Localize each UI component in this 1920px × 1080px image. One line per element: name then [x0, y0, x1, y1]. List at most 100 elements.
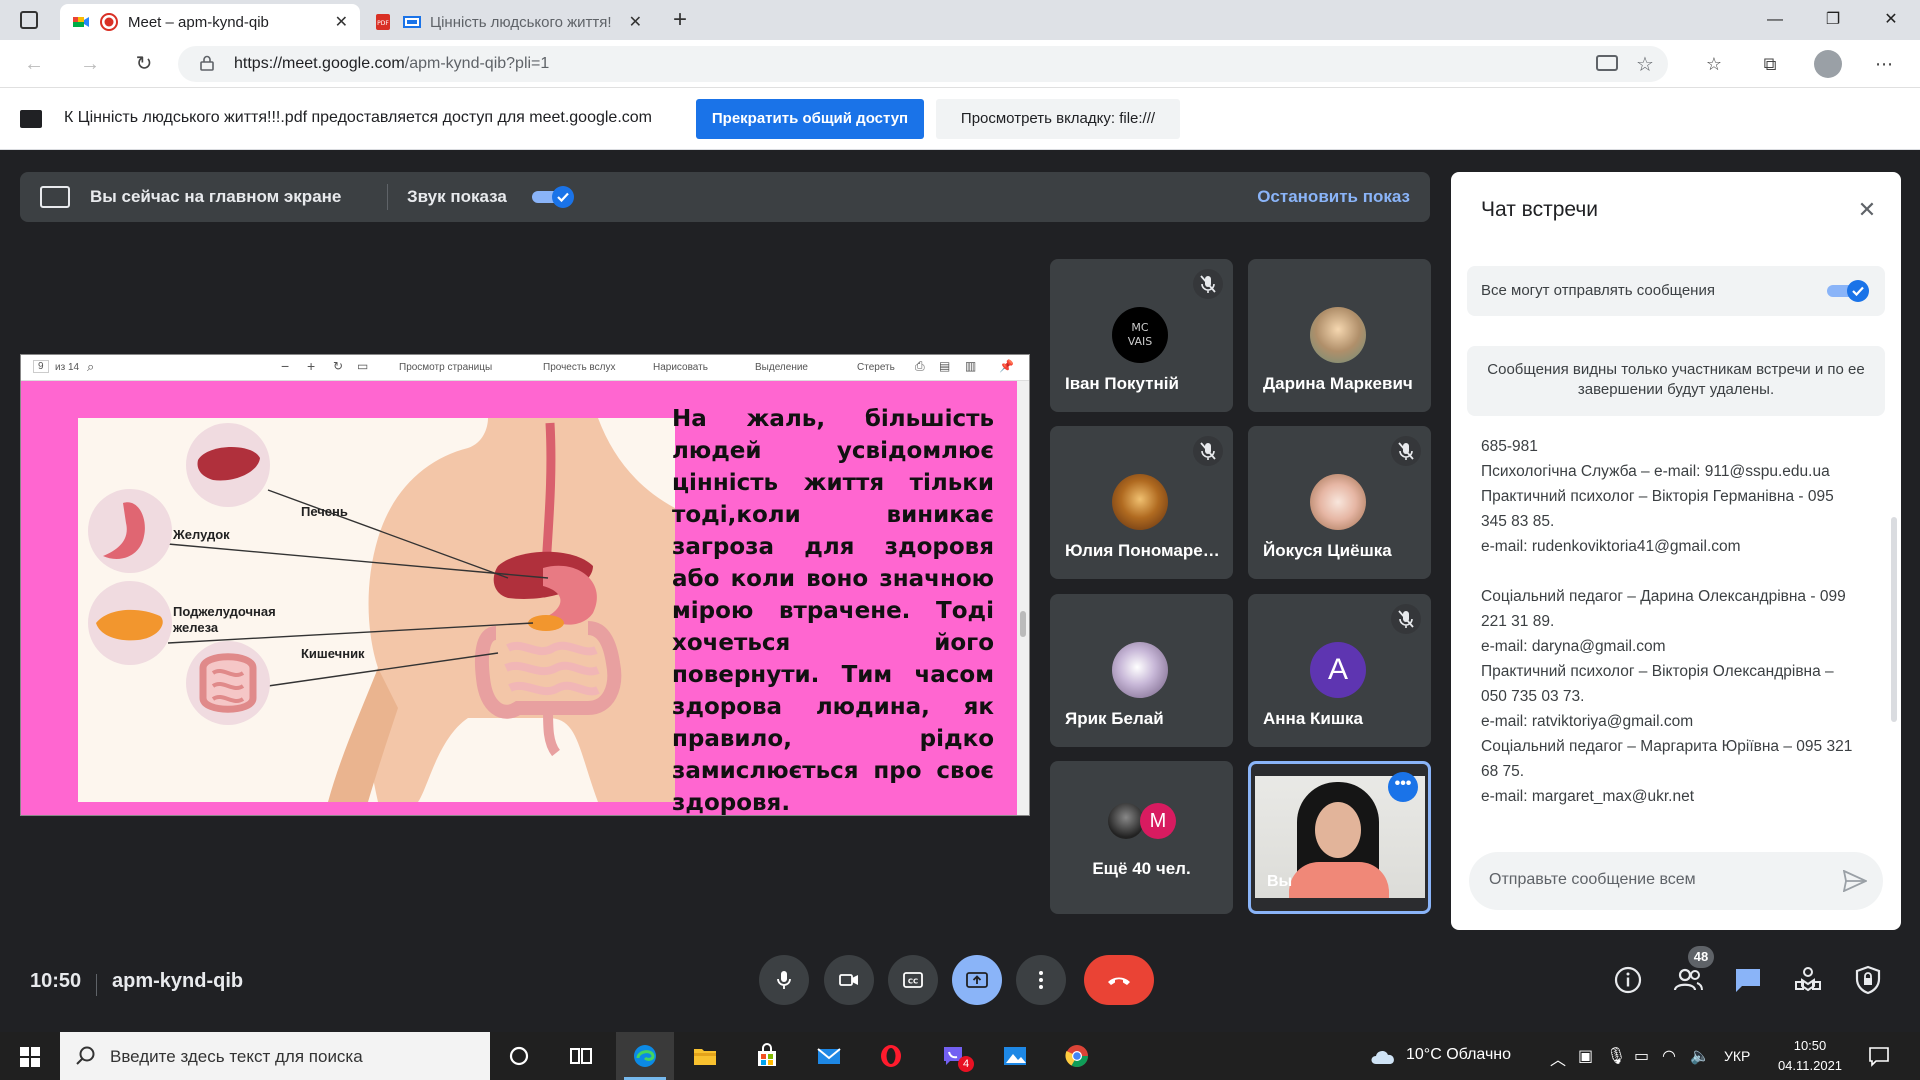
avatar: MC VAIS — [1112, 307, 1168, 363]
self-video-tile[interactable]: ••• Вы — [1248, 761, 1431, 914]
chat-input[interactable]: Отправьте сообщение всем — [1469, 852, 1883, 910]
view-tab-button[interactable]: Просмотреть вкладку: file:/// — [936, 99, 1180, 139]
weather-cloud-icon[interactable] — [1368, 1046, 1398, 1066]
participant-tile[interactable]: Юлия Пономаренко — [1050, 426, 1233, 579]
save-icon[interactable]: ▤ — [939, 359, 950, 373]
page-view-button[interactable]: Просмотр страницы — [399, 362, 492, 373]
back-button[interactable]: ← — [20, 50, 48, 78]
more-options-icon[interactable]: ••• — [1388, 772, 1418, 802]
battery-icon[interactable]: ▭ — [1634, 1046, 1649, 1066]
tab-pdf[interactable]: PDF Цінність людського життя! ✕ — [362, 4, 654, 40]
host-controls-icon[interactable] — [1852, 964, 1884, 996]
taskbar-clock[interactable]: 10:50 04.11.2021 — [1770, 1036, 1850, 1076]
cortana-icon[interactable] — [490, 1032, 548, 1080]
tray-chevron-icon[interactable]: ︿ — [1550, 1046, 1566, 1070]
volume-icon[interactable]: 🔈 — [1690, 1046, 1710, 1066]
zoom-out-icon[interactable]: − — [281, 358, 289, 374]
weather-text[interactable]: 10°C Облачно — [1406, 1046, 1511, 1064]
chat-icon[interactable] — [1732, 964, 1764, 996]
print-icon[interactable]: ⎙ — [915, 359, 925, 374]
notifications-icon[interactable] — [1868, 1045, 1890, 1067]
store-icon[interactable] — [738, 1032, 796, 1080]
microphone-button[interactable] — [759, 955, 809, 1005]
minimize-button[interactable]: ― — [1752, 6, 1798, 34]
read-aloud-button[interactable]: Прочесть вслух — [543, 362, 615, 373]
chat-messages: 685-981 Психологічна Служба – e-mail: 91… — [1481, 434, 1861, 809]
meeting-details-icon[interactable] — [1612, 964, 1644, 996]
close-tab-icon[interactable]: ✕ — [629, 12, 642, 32]
reload-button[interactable]: ↻ — [130, 50, 158, 78]
more-participants-tile[interactable]: M Ещё 40 чел. — [1050, 761, 1233, 914]
mic-off-icon — [1391, 604, 1421, 634]
allow-messages-toggle[interactable] — [1825, 280, 1871, 302]
tab-actions-icon[interactable] — [20, 11, 38, 29]
forward-button[interactable]: → — [76, 50, 104, 78]
leave-call-button[interactable] — [1084, 955, 1154, 1005]
maximize-button[interactable]: ❐ — [1810, 6, 1856, 34]
close-tab-icon[interactable]: ✕ — [335, 12, 348, 32]
photos-icon[interactable] — [986, 1032, 1044, 1080]
task-view-icon[interactable] — [552, 1032, 610, 1080]
wifi-icon[interactable]: ◠ — [1662, 1046, 1676, 1066]
present-now-button[interactable] — [952, 955, 1002, 1005]
address-bar[interactable]: https://meet.google.com/apm-kynd-qib?pli… — [178, 46, 1668, 82]
pin-icon[interactable]: 📌 — [999, 359, 1014, 373]
collections-icon[interactable]: ⧉ — [1758, 52, 1782, 76]
erase-button[interactable]: Стереть — [857, 362, 895, 373]
favorites-icon[interactable]: ☆ — [1702, 52, 1726, 76]
page-number-input[interactable]: 9 — [33, 360, 49, 373]
tray-mic-icon[interactable]: 🎙 — [1606, 1046, 1626, 1066]
sharing-icon — [20, 110, 42, 128]
keyboard-language[interactable]: УКР — [1724, 1048, 1750, 1064]
participant-tile[interactable]: A Анна Кишка — [1248, 594, 1431, 747]
avatar: M — [1140, 803, 1176, 839]
participant-tile[interactable]: Дарина Маркевич — [1248, 259, 1431, 412]
rotate-icon[interactable]: ↻ — [333, 359, 343, 373]
camera-button[interactable] — [824, 955, 874, 1005]
draw-button[interactable]: Нарисовать — [653, 362, 708, 373]
opera-icon[interactable] — [862, 1032, 920, 1080]
participant-name: Дарина Маркевич — [1263, 374, 1413, 393]
zoom-in-icon[interactable]: + — [307, 358, 315, 374]
send-icon[interactable] — [1843, 870, 1867, 892]
close-chat-button[interactable]: ✕ — [1851, 194, 1883, 226]
pdf-scrollbar[interactable] — [1017, 381, 1029, 815]
people-icon[interactable] — [1672, 964, 1704, 996]
new-tab-button[interactable]: + — [664, 4, 696, 36]
bookmark-star-icon[interactable]: ☆ — [1636, 52, 1654, 77]
stop-sharing-button[interactable]: Прекратить общий доступ — [696, 99, 924, 139]
edge-app-icon[interactable] — [616, 1032, 674, 1080]
participant-name: Ярик Белай — [1065, 709, 1164, 728]
taskbar-search[interactable]: Введите здесь текст для поиска — [60, 1032, 490, 1080]
participant-tile[interactable]: MC VAIS Іван Покутній — [1050, 259, 1233, 412]
participant-tile[interactable]: Йокуся Циёшка — [1248, 426, 1431, 579]
tray-camera-icon[interactable]: ▣ — [1578, 1046, 1593, 1066]
highlight-button[interactable]: Выделение — [755, 362, 808, 373]
intestine-label: Кишечник — [301, 646, 365, 661]
participant-tile[interactable]: Ярик Белай — [1050, 594, 1233, 747]
search-icon[interactable]: ⌕ — [87, 359, 94, 375]
more-menu-icon[interactable]: ⋯ — [1872, 52, 1896, 76]
captions-button[interactable]: CC — [888, 955, 938, 1005]
more-options-button[interactable] — [1016, 955, 1066, 1005]
scrollbar-thumb[interactable] — [1020, 611, 1026, 637]
file-explorer-icon[interactable] — [676, 1032, 734, 1080]
search-placeholder: Введите здесь текст для поиска — [110, 1047, 363, 1066]
mail-icon[interactable] — [800, 1032, 858, 1080]
save-as-icon[interactable]: ▥ — [965, 359, 976, 373]
chat-title: Чат встречи — [1481, 198, 1599, 221]
close-window-button[interactable]: ✕ — [1868, 6, 1914, 34]
chat-scrollbar[interactable] — [1891, 517, 1897, 722]
profile-avatar[interactable] — [1814, 50, 1842, 78]
viber-icon[interactable]: 4 — [924, 1032, 982, 1080]
fit-page-icon[interactable]: ▭ — [357, 359, 368, 373]
windows-start-icon[interactable] — [20, 1047, 40, 1067]
chrome-icon[interactable] — [1048, 1032, 1106, 1080]
stop-presenting-button[interactable]: Остановить показ — [1257, 187, 1410, 207]
camera-in-use-icon[interactable] — [1596, 55, 1618, 71]
activities-icon[interactable] — [1792, 964, 1824, 996]
presentation-audio-toggle[interactable] — [530, 186, 576, 208]
more-participants-label: Ещё 40 чел. — [1092, 859, 1191, 878]
tab-meet[interactable]: Meet – apm-kynd-qib ✕ — [60, 4, 360, 40]
hang-up-icon — [1108, 977, 1130, 985]
